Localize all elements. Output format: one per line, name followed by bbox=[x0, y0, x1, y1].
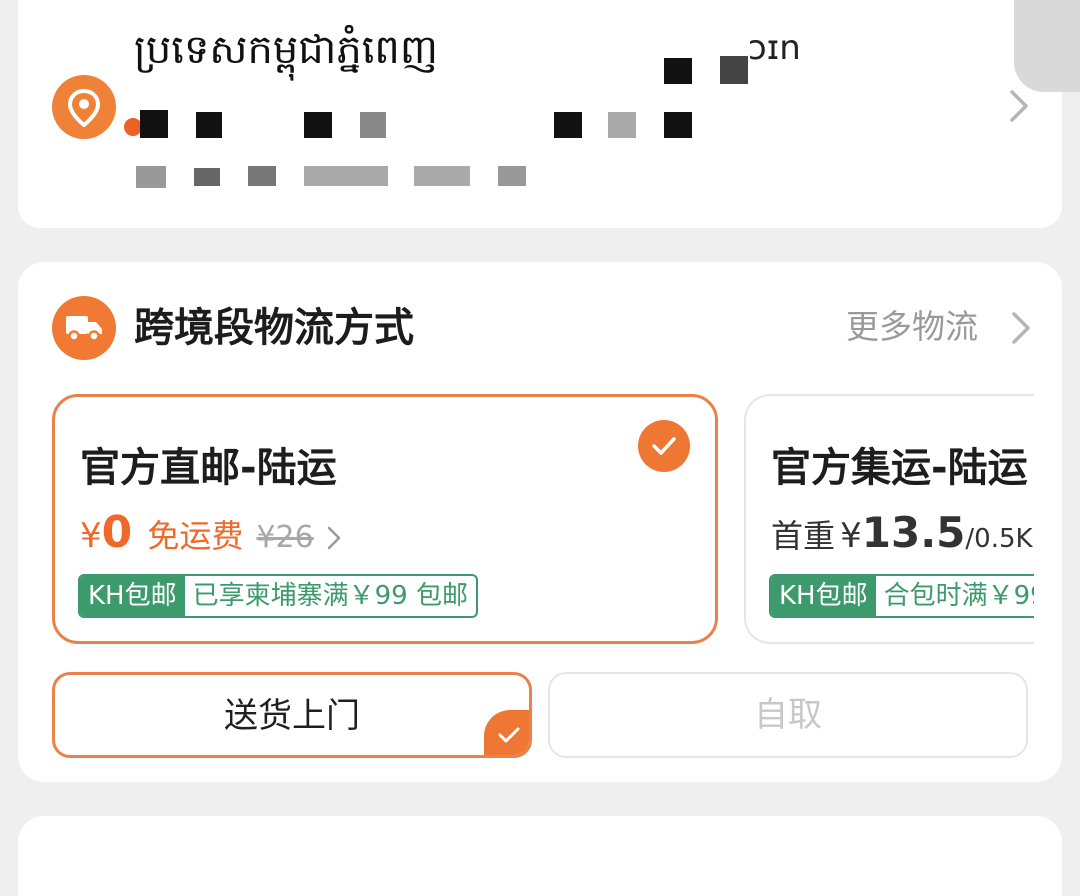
selected-check-icon bbox=[484, 710, 529, 755]
pickup-mode-label: 自取 bbox=[754, 695, 822, 735]
delivery-mode-label: 送货上门 bbox=[224, 696, 360, 736]
option-title: 官方集运-陆运 bbox=[771, 445, 1028, 491]
address-chevron-right-icon[interactable] bbox=[1008, 88, 1030, 128]
address-line-1: ប្រទេសកម្ពុជាភ្នំពេញ bbox=[134, 27, 438, 73]
truck-icon bbox=[52, 296, 116, 360]
price-value: 0 bbox=[101, 507, 133, 558]
selected-check-icon bbox=[638, 420, 690, 472]
free-shipping-tag: KH包邮 已享柬埔寨满￥99 包邮 bbox=[78, 574, 478, 618]
price-currency: ¥ bbox=[840, 516, 862, 556]
more-logistics-chevron-icon[interactable] bbox=[1010, 310, 1032, 350]
price-prefix: 首重 bbox=[771, 517, 836, 555]
option-price-row: ¥0 免运费 ¥26 bbox=[80, 506, 314, 569]
floating-tab[interactable] bbox=[1014, 0, 1080, 92]
price-value: 13.5 bbox=[861, 508, 966, 557]
location-pin-icon bbox=[52, 75, 116, 139]
price-detail-chevron-icon[interactable] bbox=[326, 525, 342, 555]
option-price-row: 首重 ¥13.5/0.5KG bbox=[771, 506, 1034, 569]
free-shipping-tag: KH包邮 合包时满￥99 bbox=[769, 574, 1034, 618]
tag-main-label: KH包邮 bbox=[80, 576, 185, 616]
tag-sub-label: 合包时满￥99 bbox=[883, 581, 1034, 611]
more-logistics-link[interactable]: 更多物流 bbox=[846, 304, 978, 350]
shipping-option-consolidated[interactable]: 官方集运-陆运 首重 ¥13.5/0.5KG KH包邮 合包时满￥99 bbox=[744, 394, 1034, 644]
free-shipping-label: 免运费 bbox=[147, 517, 244, 555]
tag-main-label: KH包邮 bbox=[771, 576, 876, 616]
more-logistics-label: 更多物流 bbox=[846, 307, 978, 346]
option-title: 官方直邮-陆运 bbox=[80, 445, 337, 491]
next-card bbox=[18, 816, 1062, 896]
pickup-mode-button[interactable]: 自取 bbox=[548, 672, 1028, 758]
price-unit: /0.5KG bbox=[965, 524, 1034, 554]
original-price: ¥26 bbox=[256, 520, 314, 555]
price-currency: ¥ bbox=[80, 516, 102, 556]
logistics-section-title: 跨境段物流方式 bbox=[134, 305, 414, 351]
delivery-mode-button[interactable]: 送货上门 bbox=[52, 672, 532, 758]
address-line-1-tail: ɔɪn bbox=[748, 28, 801, 68]
tag-sub-label: 已享柬埔寨满￥99 包邮 bbox=[192, 581, 468, 611]
